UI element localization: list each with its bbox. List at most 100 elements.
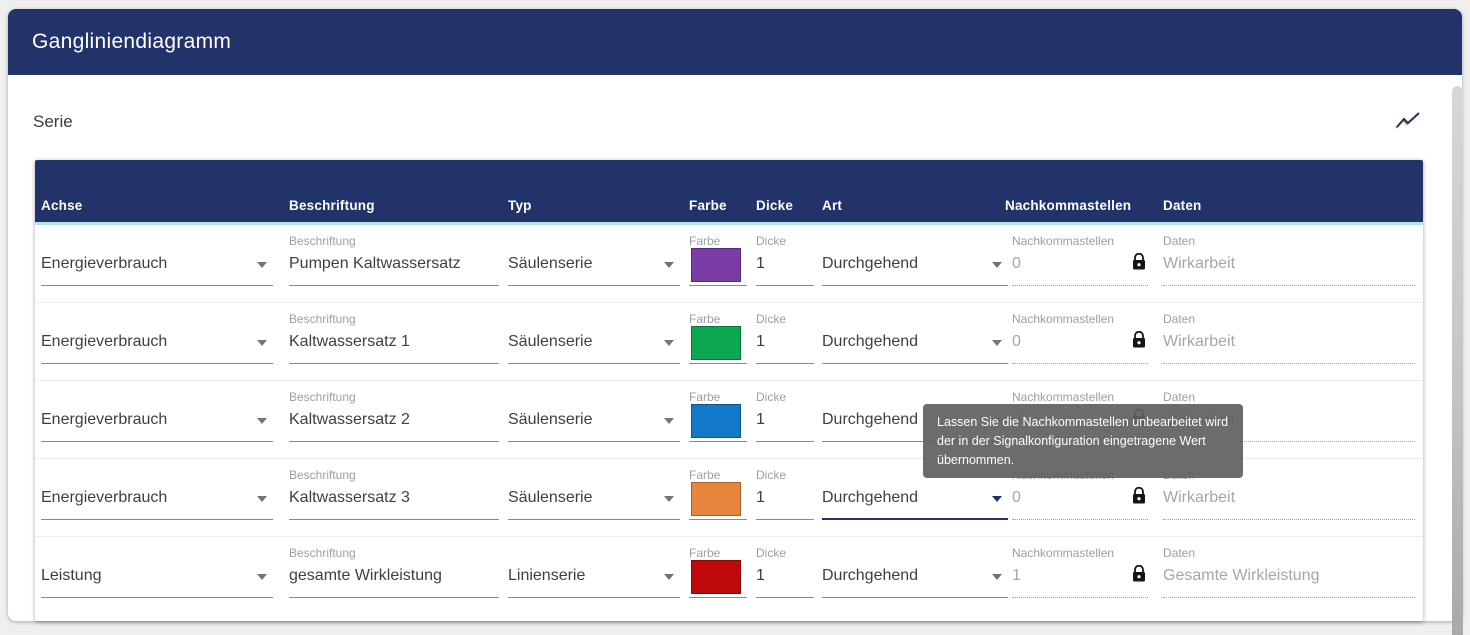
- achse-select[interactable]: Energieverbrauch: [41, 381, 273, 459]
- field-underline: [1163, 597, 1415, 598]
- achse-select[interactable]: Leistung: [41, 537, 273, 615]
- color-swatch[interactable]: [691, 560, 741, 594]
- field-label: Dicke: [756, 546, 786, 560]
- field-label: Farbe: [689, 468, 720, 482]
- farbe-picker[interactable]: Farbe: [689, 303, 747, 381]
- art-select[interactable]: Durchgehend: [822, 537, 1008, 615]
- field-underline: [1012, 363, 1148, 364]
- field-underline: [508, 597, 680, 598]
- color-swatch[interactable]: [691, 404, 741, 438]
- field-underline: [689, 363, 747, 364]
- achse-select[interactable]: Energieverbrauch: [41, 225, 273, 303]
- field-underline: [508, 363, 680, 364]
- beschriftung-input[interactable]: Beschriftung Kaltwassersatz 2: [289, 381, 499, 459]
- achse-select[interactable]: Energieverbrauch: [41, 303, 273, 381]
- column-header-achse: Achse: [41, 198, 273, 213]
- field-underline: [689, 441, 747, 442]
- dicke-input[interactable]: Dicke 1: [756, 459, 814, 537]
- field-underline: [822, 363, 1008, 364]
- field-underline: [41, 441, 273, 442]
- chevron-down-icon: [992, 340, 1002, 346]
- art-select[interactable]: Durchgehend: [822, 303, 1008, 381]
- field-underline: [822, 597, 1008, 598]
- chevron-down-icon: [257, 262, 267, 268]
- art-value: Durchgehend: [822, 255, 918, 273]
- achse-select[interactable]: Energieverbrauch: [41, 459, 273, 537]
- main-card: Gangliniendiagramm Serie Achse Beschrift…: [8, 9, 1462, 621]
- dicke-input[interactable]: Dicke 1: [756, 537, 814, 615]
- chevron-down-icon: [664, 262, 674, 268]
- color-swatch[interactable]: [691, 248, 741, 282]
- field-underline: [289, 441, 499, 442]
- dicke-value: 1: [756, 489, 765, 507]
- nachkommastellen-value: 0: [1012, 489, 1021, 507]
- daten-value: Gesamte Wirkleistung: [1163, 567, 1320, 585]
- beschriftung-value: Kaltwassersatz 2: [289, 411, 410, 429]
- farbe-picker[interactable]: Farbe: [689, 381, 747, 459]
- field-label: Farbe: [689, 390, 720, 404]
- chevron-down-icon: [664, 496, 674, 502]
- daten-value: Wirkarbeit: [1163, 489, 1235, 507]
- tooltip: Lassen Sie die Nachkommastellen unbearbe…: [923, 404, 1243, 478]
- beschriftung-input[interactable]: BeschriftungKaltwassersatz 1: [289, 303, 499, 381]
- field-underline: [508, 285, 680, 286]
- field-underline: [41, 519, 273, 520]
- typ-select[interactable]: Säulenserie: [508, 459, 680, 537]
- column-header-beschriftung: Beschriftung: [289, 198, 499, 213]
- line-chart-icon[interactable]: [1392, 109, 1422, 133]
- chevron-down-icon: [664, 418, 674, 424]
- typ-select[interactable]: Säulenserie: [508, 303, 680, 381]
- beschriftung-input[interactable]: BeschriftungKaltwassersatz 3: [289, 459, 499, 537]
- field-label: Daten: [1163, 390, 1195, 404]
- farbe-picker[interactable]: Farbe: [689, 459, 747, 537]
- chevron-down-icon: [257, 418, 267, 424]
- chevron-down-icon: [992, 496, 1002, 502]
- achse-value: Energieverbrauch: [41, 255, 167, 273]
- series-table: Achse Beschriftung Typ Farbe Dicke Art N…: [35, 160, 1423, 621]
- vertical-scrollbar[interactable]: [1452, 86, 1463, 635]
- daten-input: DatenWirkarbeit: [1163, 303, 1415, 381]
- dicke-input[interactable]: Dicke1: [756, 225, 814, 303]
- farbe-picker[interactable]: Farbe: [689, 537, 747, 615]
- chevron-down-icon: [664, 340, 674, 346]
- art-value: Durchgehend: [822, 333, 918, 351]
- column-header-dicke: Dicke: [756, 198, 814, 213]
- lock-icon: [1132, 487, 1146, 504]
- field-label: Nachkommastellen: [1012, 546, 1114, 560]
- nachkommastellen-input: Nachkommastellen0: [1012, 225, 1148, 303]
- table-row: Energieverbrauch BeschriftungPumpen Kaltw…: [35, 225, 1423, 303]
- lock-icon: [1132, 565, 1146, 582]
- dicke-input[interactable]: Dicke1: [756, 381, 814, 459]
- art-select[interactable]: Durchgehend: [822, 225, 1008, 303]
- dicke-input[interactable]: Dicke1: [756, 303, 814, 381]
- typ-select[interactable]: Säulenserie: [508, 381, 680, 459]
- typ-select[interactable]: Linienserie: [508, 537, 680, 615]
- field-underline: [1012, 597, 1148, 598]
- nachkommastellen-input: Nachkommastellen1: [1012, 537, 1148, 615]
- achse-value: Energieverbrauch: [41, 333, 167, 351]
- column-header-daten: Daten: [1163, 198, 1415, 213]
- beschriftung-value: Kaltwassersatz 3: [289, 489, 410, 507]
- color-swatch[interactable]: [691, 326, 741, 360]
- field-underline: [1163, 519, 1415, 520]
- field-label: Dicke: [756, 468, 786, 482]
- field-underline: [756, 441, 814, 442]
- field-underline: [756, 363, 814, 364]
- field-underline: [1012, 285, 1148, 286]
- dicke-value: 1: [756, 567, 765, 585]
- beschriftung-input[interactable]: BeschriftungPumpen Kaltwassersatz: [289, 225, 499, 303]
- typ-value: Linienserie: [508, 567, 585, 585]
- daten-input: DatenGesamte Wirkleistung: [1163, 537, 1415, 615]
- chevron-down-icon: [257, 340, 267, 346]
- field-underline: [822, 518, 1008, 520]
- daten-input: DatenWirkarbeit: [1163, 225, 1415, 303]
- art-value: Durchgehend: [822, 411, 918, 429]
- field-underline: [508, 519, 680, 520]
- field-label: Beschriftung: [289, 390, 356, 404]
- field-label: Beschriftung: [289, 312, 356, 326]
- typ-select[interactable]: Säulenserie: [508, 225, 680, 303]
- color-swatch[interactable]: [691, 482, 741, 516]
- farbe-picker[interactable]: Farbe: [689, 225, 747, 303]
- beschriftung-input[interactable]: Beschriftunggesamte Wirkleistung: [289, 537, 499, 615]
- nachkommastellen-value: 0: [1012, 333, 1021, 351]
